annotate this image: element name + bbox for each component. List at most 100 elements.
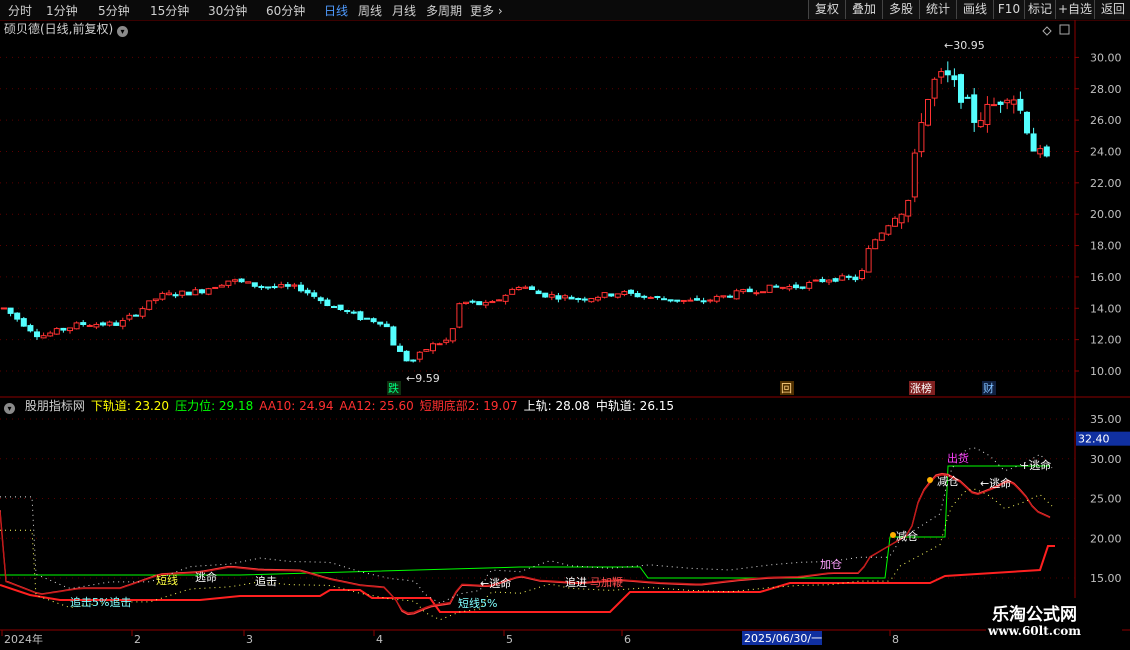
candle-body	[826, 279, 832, 283]
candle-body	[34, 331, 40, 338]
candle-body	[812, 279, 819, 282]
candle-body	[713, 295, 720, 302]
signal-label: 逃命	[195, 570, 217, 584]
candle-body	[786, 286, 793, 290]
candle-body	[337, 304, 344, 310]
candle-body	[614, 293, 621, 298]
time-axis-label: 8	[892, 633, 899, 646]
candle-body	[463, 301, 469, 304]
candle-body	[720, 295, 727, 298]
time-axis-label: 2024年	[4, 632, 43, 646]
price-tick-label: 20.00	[1090, 208, 1122, 221]
candle-body	[852, 276, 859, 281]
signal-dot	[890, 532, 896, 538]
candle-body	[911, 152, 918, 198]
candle-body	[106, 321, 113, 326]
candle-body	[680, 299, 687, 302]
watermark-logo: 乐淘公式网 www.60lt.com	[986, 598, 1122, 644]
diamond-icon	[1042, 26, 1052, 36]
candle-body	[733, 290, 740, 300]
candle-body	[687, 299, 694, 302]
candle-body	[377, 321, 384, 325]
candle-body	[232, 279, 238, 282]
candle-body	[654, 296, 661, 299]
candle-body	[562, 295, 568, 299]
candle-body	[700, 300, 707, 303]
indicator-tick-label: 20.00	[1090, 532, 1122, 545]
signal-label: 短线5%	[458, 596, 497, 610]
candle-body	[449, 328, 456, 342]
candle-body	[925, 99, 931, 126]
indicator-tick-label: 35.00	[1090, 413, 1122, 426]
signal-label: 加仓	[820, 557, 842, 571]
candle-body	[793, 284, 799, 289]
candle-body	[944, 70, 951, 76]
candle-body	[53, 328, 60, 335]
indicator-tick-label: 25.00	[1090, 493, 1122, 506]
candle-body	[727, 295, 733, 298]
candle-body	[172, 294, 179, 297]
kline-chart[interactable]: 30.00 28.00 26.00 24.00 22.00 20.00 18.00 16.00…	[0, 0, 1130, 650]
candle-body	[93, 323, 100, 328]
candle-body	[119, 320, 126, 327]
candle-body	[1030, 133, 1037, 152]
pressure-line	[0, 465, 1050, 579]
candle-body	[740, 289, 747, 293]
candle-body	[192, 289, 199, 296]
candle-body	[938, 71, 945, 78]
candle-body	[350, 311, 357, 314]
candle-body	[476, 301, 483, 306]
candle-body	[100, 322, 106, 326]
candle-body	[548, 294, 555, 298]
candle-body	[667, 299, 674, 302]
candle-body	[225, 280, 232, 286]
candle-body	[601, 292, 608, 298]
candle-body	[568, 296, 575, 300]
candle-body	[918, 122, 925, 153]
signal-dot	[927, 477, 933, 483]
candle-body	[258, 286, 265, 289]
candle-body	[885, 225, 892, 235]
candle-body	[647, 296, 654, 299]
candle-body	[779, 286, 786, 289]
candle-body	[892, 217, 898, 227]
candle-body	[205, 288, 212, 295]
signal-label: 追进	[565, 575, 587, 589]
candle-body	[509, 288, 516, 295]
candle-body	[47, 332, 54, 337]
candle-body	[746, 288, 753, 293]
signal-label: 追击5%追击	[70, 595, 131, 609]
signal-label: 减仓	[937, 474, 959, 488]
candle-body	[86, 324, 93, 327]
time-axis-label: 2	[134, 633, 141, 646]
candle-body	[535, 290, 542, 295]
candle-body	[443, 339, 450, 343]
signal-label: 短线	[156, 573, 178, 587]
candle-body	[628, 289, 634, 294]
candle-body	[1043, 146, 1050, 157]
candle-body	[245, 281, 252, 284]
candle-body	[469, 300, 476, 303]
candle-body	[674, 299, 681, 302]
candle-body	[753, 292, 760, 295]
price-tick-label: 30.00	[1090, 51, 1122, 64]
candle-body	[410, 359, 417, 362]
candle-body	[964, 96, 971, 99]
candle-body	[997, 101, 1004, 105]
candle-body	[482, 301, 489, 306]
candle-body	[1004, 99, 1011, 104]
candle-body	[14, 312, 21, 320]
candle-body	[951, 75, 958, 81]
candle-body	[357, 311, 364, 321]
candle-body	[984, 103, 991, 125]
candle-body	[595, 296, 601, 301]
candle-body	[423, 348, 430, 352]
candle-body	[832, 278, 839, 282]
price-tick-label: 26.00	[1090, 114, 1122, 127]
candle-body	[139, 308, 146, 317]
high-price-label: ←30.95	[944, 39, 985, 52]
candle-body	[489, 301, 496, 304]
candle-body	[496, 299, 502, 302]
candle-body	[436, 343, 443, 346]
price-tick-label: 16.00	[1090, 271, 1122, 284]
